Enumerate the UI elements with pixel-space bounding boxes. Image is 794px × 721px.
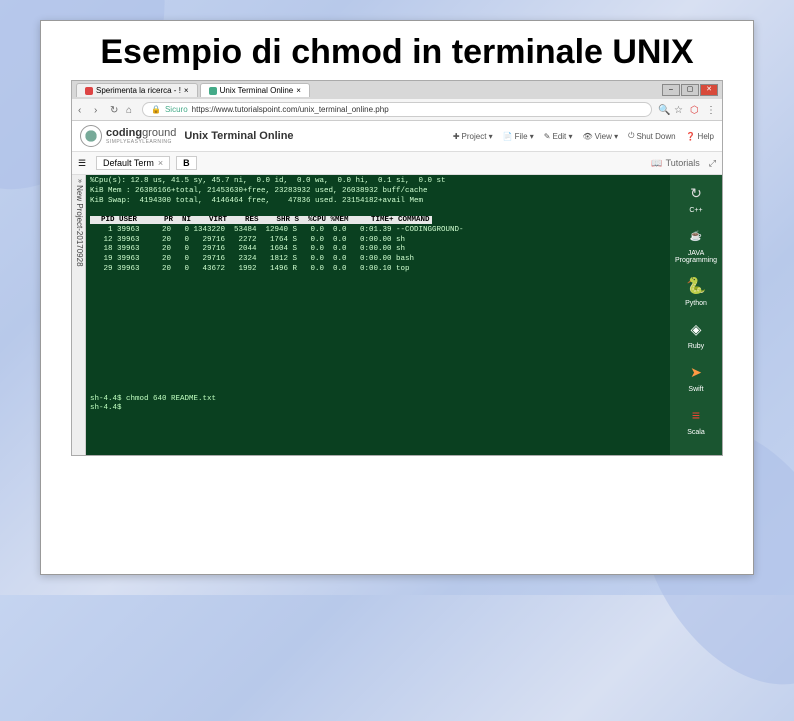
favicon-icon [85, 87, 93, 95]
lang-python[interactable]: 🐍 Python [684, 274, 708, 307]
lang-label: Scala [687, 429, 705, 436]
close-icon[interactable]: × [158, 158, 163, 168]
tab-label: Sperimenta la ricerca - ! [96, 86, 181, 95]
file-icon: 📄 [503, 132, 513, 141]
toolbar-file[interactable]: 📄File ▾ [503, 131, 534, 141]
plus-icon: ✚ [453, 132, 460, 141]
process-row: 12 39963 20 0 29716 2272 1764 S 0.0 0.0 … [90, 236, 405, 244]
lang-java[interactable]: ☕ JAVA Programming [672, 224, 720, 264]
toolbar-view[interactable]: 👁View ▾ [583, 131, 619, 141]
lang-label: Swift [688, 386, 703, 393]
prompt-line-1: sh-4.4$ chmod 640 README.txt [90, 395, 216, 403]
swift-icon: ➤ [684, 360, 708, 384]
tutorials-label: Tutorials [666, 158, 700, 168]
site-toolbar: ✚Project ▾ 📄File ▾ ✎Edit ▾ 👁View ▾ ⏻Shut… [453, 131, 714, 141]
lang-swift[interactable]: ➤ Swift [684, 360, 708, 393]
cpu-line: %Cpu(s): 12.8 us, 41.5 sy, 45.7 ni, 0.0 … [90, 177, 446, 185]
cpp-icon: ↻ [684, 181, 708, 205]
lang-cpp[interactable]: ↻ C++ [684, 181, 708, 214]
tab-label: Unix Terminal Online [220, 86, 294, 95]
lang-scala[interactable]: ≡ Scala [684, 403, 708, 436]
swap-line: KiB Swap: 4194300 total, 4146464 free, 4… [90, 197, 423, 205]
logo-icon [80, 125, 102, 147]
search-icon[interactable]: 🔍 [658, 105, 668, 115]
window-controls: – ▢ ✕ [662, 84, 718, 96]
back-icon[interactable]: ‹ [78, 105, 88, 115]
terminal-pane[interactable]: %Cpu(s): 12.8 us, 41.5 sy, 45.7 ni, 0.0 … [86, 175, 670, 455]
close-icon[interactable]: × [296, 86, 301, 95]
toolbar-help[interactable]: ❓Help [686, 131, 714, 141]
book-icon: 📖 [651, 158, 662, 169]
terminal-tab-label: Default Term [103, 158, 154, 168]
lock-icon: 🔒 [151, 105, 161, 114]
prompt-area: sh-4.4$ chmod 640 README.txt sh-4.4$ [90, 395, 666, 415]
process-row: 1 39963 20 0 1343220 53484 12940 S 0.0 0… [90, 226, 464, 234]
bold-button[interactable]: B [176, 156, 197, 170]
lang-label: C++ [689, 207, 702, 214]
process-row: 19 39963 20 0 29716 2324 1812 S 0.0 0.0 … [90, 255, 414, 263]
lang-label: Python [685, 300, 707, 307]
star-icon[interactable]: ☆ [674, 105, 684, 115]
process-row: 18 39963 20 0 29716 2044 1604 S 0.0 0.0 … [90, 245, 405, 253]
process-row: 29 39963 20 0 43672 1992 1496 R 0.0 0.0 … [90, 265, 410, 273]
site-logo[interactable]: codingground SIMPLYEASYLEARNING [80, 125, 176, 147]
url-field[interactable]: 🔒 Sicuro https://www.tutorialspoint.com/… [142, 102, 652, 117]
address-bar: ‹ › ↻ ⌂ 🔒 Sicuro https://www.tutorialspo… [72, 99, 722, 121]
prompt-line-2: sh-4.4$ [90, 404, 122, 412]
java-icon: ☕ [684, 224, 708, 248]
ruby-icon: ◈ [684, 317, 708, 341]
tutorials-link[interactable]: 📖 Tutorials ⤢ [651, 158, 716, 169]
lang-ruby[interactable]: ◈ Ruby [684, 317, 708, 350]
edit-icon: ✎ [544, 132, 551, 141]
eye-icon: 👁 [583, 132, 593, 141]
scala-icon: ≡ [684, 403, 708, 427]
maximize-button[interactable]: ▢ [681, 84, 699, 96]
close-button[interactable]: ✕ [700, 84, 718, 96]
close-icon[interactable]: × [184, 86, 189, 95]
shield-icon[interactable]: ⬡ [690, 105, 700, 115]
toolbar-project[interactable]: ✚Project ▾ [453, 131, 493, 141]
chevron-right-icon: » [76, 179, 83, 183]
lang-label: JAVA Programming [672, 250, 720, 264]
toolbar-edit[interactable]: ✎Edit ▾ [544, 131, 573, 141]
hamburger-icon[interactable] [78, 158, 90, 168]
toolbar-shutdown[interactable]: ⏻Shut Down [628, 131, 675, 141]
browser-tab-0[interactable]: Sperimenta la ricerca - ! × [76, 83, 198, 97]
menu-icon[interactable]: ⋮ [706, 105, 716, 115]
reload-icon[interactable]: ↻ [110, 105, 120, 115]
power-icon: ⏻ [628, 131, 634, 141]
forward-icon[interactable]: › [94, 105, 104, 115]
mem-line: KiB Mem : 26386166+total, 21453630+free,… [90, 187, 428, 195]
url-secure-label: Sicuro [165, 105, 188, 114]
slide-frame: Esempio di chmod in terminale UNIX Speri… [40, 20, 754, 575]
home-icon[interactable]: ⌂ [126, 105, 136, 115]
logo-text: codingground [106, 127, 176, 139]
url-text: https://www.tutorialspoint.com/unix_term… [192, 105, 389, 114]
language-sidebar: ↻ C++ ☕ JAVA Programming 🐍 Python ◈ Ruby… [670, 175, 722, 455]
help-icon: ❓ [686, 132, 696, 141]
logo-subtitle: SIMPLYEASYLEARNING [106, 139, 176, 145]
project-name: New Project-20170928 [75, 185, 84, 266]
page-title: Unix Terminal Online [184, 130, 293, 142]
minimize-button[interactable]: – [662, 84, 680, 96]
site-header: codingground SIMPLYEASYLEARNING Unix Ter… [72, 121, 722, 152]
browser-tab-1[interactable]: Unix Terminal Online × [200, 83, 310, 97]
python-icon: 🐍 [684, 274, 708, 298]
ide-body: » New Project-20170928 %Cpu(s): 12.8 us,… [72, 175, 722, 455]
terminal-tab[interactable]: Default Term × [96, 156, 170, 170]
expand-icon[interactable]: ⤢ [709, 158, 716, 169]
slide-title: Esempio di chmod in terminale UNIX [71, 33, 723, 72]
lang-label: Ruby [688, 343, 704, 350]
ide-toolbar: Default Term × B 📖 Tutorials ⤢ [72, 152, 722, 175]
project-sidebar[interactable]: » New Project-20170928 [72, 175, 86, 455]
top-header-row: PID USER PR NI VIRT RES SHR S %CPU %MEM … [90, 216, 432, 224]
browser-tab-strip: Sperimenta la ricerca - ! × Unix Termina… [72, 81, 722, 99]
favicon-icon [209, 87, 217, 95]
browser-window: Sperimenta la ricerca - ! × Unix Termina… [71, 80, 723, 456]
